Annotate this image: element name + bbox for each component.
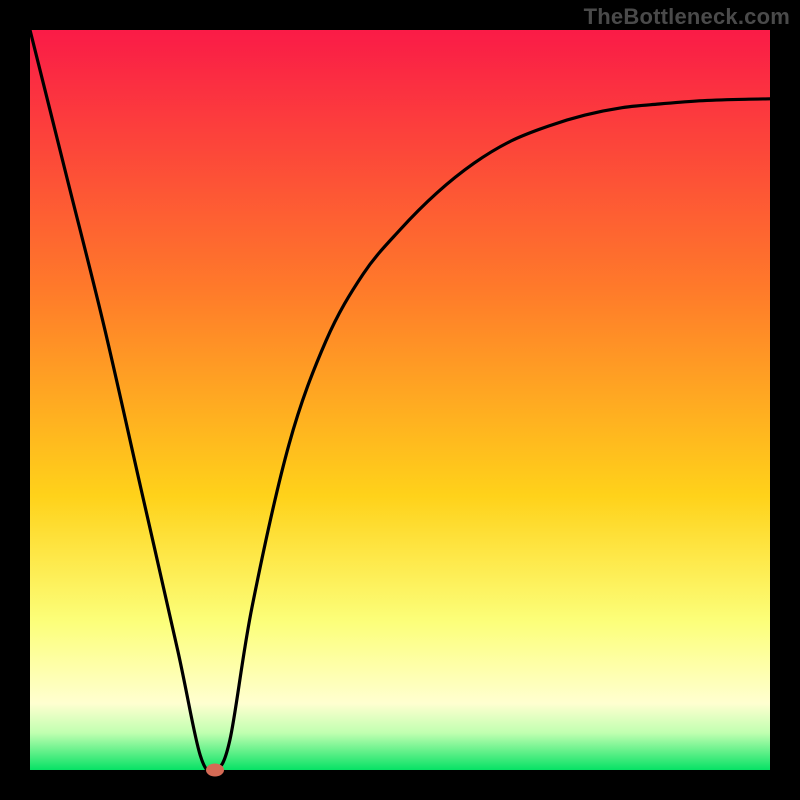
plot-background bbox=[30, 30, 770, 770]
chart-frame: TheBottleneck.com bbox=[0, 0, 800, 800]
source-attribution: TheBottleneck.com bbox=[584, 4, 790, 30]
bottleneck-chart bbox=[0, 0, 800, 800]
minimum-marker bbox=[206, 764, 224, 777]
